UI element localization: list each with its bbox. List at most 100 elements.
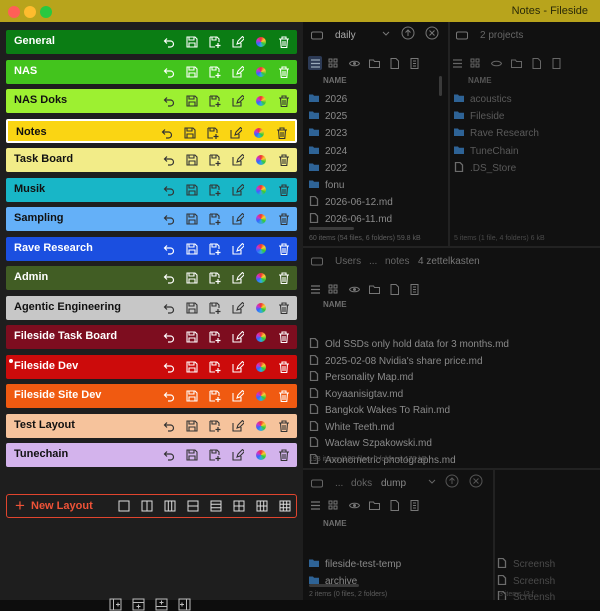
- minimize-window-button[interactable]: [24, 6, 36, 18]
- revert-icon[interactable]: [162, 65, 176, 79]
- edit-icon[interactable]: [231, 94, 245, 108]
- revert-icon[interactable]: [162, 94, 176, 108]
- filter-icon[interactable]: [407, 498, 421, 512]
- layout-row[interactable]: Fileside Site Dev: [6, 384, 297, 408]
- new-layout-button[interactable]: + New Layout: [6, 494, 297, 518]
- file-row[interactable]: Rave Research: [454, 127, 539, 139]
- file-row[interactable]: 2026-06-11.md: [309, 213, 392, 225]
- file-row[interactable]: 2025-02-08 Nvidia's share price.md: [309, 354, 483, 367]
- filter-icon[interactable]: [407, 282, 421, 296]
- path-segment[interactable]: 4 zettelkasten: [418, 256, 480, 267]
- layout-row[interactable]: Agentic Engineering: [6, 295, 297, 320]
- revert-icon[interactable]: [162, 448, 176, 462]
- file-row[interactable]: Screensh: [497, 558, 555, 570]
- revert-icon[interactable]: [162, 242, 176, 256]
- grid-view-icon[interactable]: [326, 56, 340, 70]
- name-column-header[interactable]: NAME: [323, 300, 347, 309]
- layout-row[interactable]: Notes: [6, 118, 297, 143]
- save-as-icon[interactable]: [208, 65, 222, 79]
- color-picker-icon[interactable]: [254, 127, 264, 138]
- file-row[interactable]: Wacław Szpakowski.md: [309, 437, 432, 449]
- save-icon[interactable]: [183, 126, 197, 140]
- file-row[interactable]: 2022: [309, 162, 347, 174]
- save-icon[interactable]: [185, 360, 199, 374]
- list-view-icon[interactable]: [308, 498, 322, 512]
- save-icon[interactable]: [185, 35, 199, 49]
- add-pane-right-icon[interactable]: [177, 597, 191, 611]
- eye-icon[interactable]: [347, 282, 361, 296]
- list-view-icon[interactable]: [450, 56, 464, 70]
- layout-row[interactable]: Rave Research: [6, 236, 297, 261]
- add-pane-top-icon[interactable]: [131, 597, 145, 611]
- file-row[interactable]: 2026: [309, 93, 347, 105]
- trash-icon[interactable]: [277, 271, 291, 285]
- color-picker-icon[interactable]: [256, 155, 266, 165]
- revert-icon[interactable]: [162, 330, 176, 344]
- path-segment[interactable]: ...: [369, 256, 377, 267]
- layout-row[interactable]: Sampling: [6, 207, 297, 231]
- file-row[interactable]: Bangkok Wakes To Rain.md: [309, 404, 450, 416]
- layout-row[interactable]: Fileside Task Board: [6, 325, 297, 349]
- save-icon[interactable]: [185, 271, 199, 285]
- close-window-button[interactable]: [8, 6, 20, 18]
- scrollbar[interactable]: [439, 76, 442, 96]
- revert-icon[interactable]: [162, 212, 176, 226]
- name-column-header[interactable]: NAME: [323, 76, 347, 85]
- path-bar[interactable]: daily: [303, 22, 448, 48]
- name-column-header[interactable]: NAME: [323, 519, 347, 528]
- grid-view-icon[interactable]: [326, 498, 340, 512]
- go-up-icon[interactable]: [401, 26, 415, 43]
- trash-icon[interactable]: [277, 448, 291, 462]
- edit-icon[interactable]: [231, 153, 245, 167]
- path-bar[interactable]: Users ... notes 4 zettelkasten: [303, 248, 600, 274]
- edit-icon[interactable]: [231, 183, 245, 197]
- save-icon[interactable]: [185, 153, 199, 167]
- new-file-icon[interactable]: [387, 56, 401, 70]
- save-as-icon[interactable]: [208, 389, 222, 403]
- eye-icon[interactable]: [347, 498, 361, 512]
- layout-single-icon[interactable]: [117, 499, 131, 513]
- file-row[interactable]: Old SSDs only hold data for 3 months.md: [309, 338, 509, 350]
- add-pane-left-icon[interactable]: [108, 597, 122, 611]
- path-bar[interactable]: ... doks dump: [303, 470, 493, 496]
- file-row[interactable]: TuneChain: [454, 145, 519, 157]
- revert-icon[interactable]: [160, 126, 174, 140]
- save-as-icon[interactable]: [208, 153, 222, 167]
- layout-row[interactable]: Admin: [6, 266, 297, 290]
- layout-row[interactable]: Musik: [6, 177, 297, 202]
- trash-icon[interactable]: [277, 65, 291, 79]
- save-icon[interactable]: [185, 242, 199, 256]
- layout-row[interactable]: NAS: [6, 59, 297, 84]
- color-picker-icon[interactable]: [256, 243, 266, 254]
- save-as-icon[interactable]: [208, 330, 222, 344]
- trash-icon[interactable]: [275, 126, 289, 140]
- trash-icon[interactable]: [277, 330, 291, 344]
- color-picker-icon[interactable]: [256, 214, 266, 224]
- eye-icon[interactable]: [347, 56, 361, 70]
- save-as-icon[interactable]: [208, 360, 222, 374]
- layout-row[interactable]: NAS Doks: [6, 89, 297, 113]
- edit-icon[interactable]: [231, 301, 245, 315]
- revert-icon[interactable]: [162, 360, 176, 374]
- edit-icon[interactable]: [231, 360, 245, 374]
- add-pane-bottom-icon[interactable]: [154, 597, 168, 611]
- save-icon[interactable]: [185, 212, 199, 226]
- trash-icon[interactable]: [277, 242, 291, 256]
- edit-icon[interactable]: [231, 271, 245, 285]
- layout-quad-icon[interactable]: [232, 499, 246, 513]
- save-as-icon[interactable]: [206, 126, 220, 140]
- zoom-window-button[interactable]: [40, 6, 52, 18]
- file-row[interactable]: 2026-06-12.md: [309, 196, 393, 208]
- edit-icon[interactable]: [231, 330, 245, 344]
- edit-icon[interactable]: [231, 448, 245, 462]
- close-pane-icon[interactable]: [425, 26, 439, 43]
- horizontal-scrollbar[interactable]: [309, 227, 354, 230]
- file-row[interactable]: Fileside: [454, 110, 504, 122]
- trash-icon[interactable]: [277, 183, 291, 197]
- save-as-icon[interactable]: [208, 183, 222, 197]
- layout-three-rows-icon[interactable]: [209, 499, 223, 513]
- save-as-icon[interactable]: [208, 35, 222, 49]
- layout-row[interactable]: Fileside Dev: [6, 354, 297, 379]
- revert-icon[interactable]: [162, 301, 176, 315]
- path-segment[interactable]: dump: [381, 478, 406, 489]
